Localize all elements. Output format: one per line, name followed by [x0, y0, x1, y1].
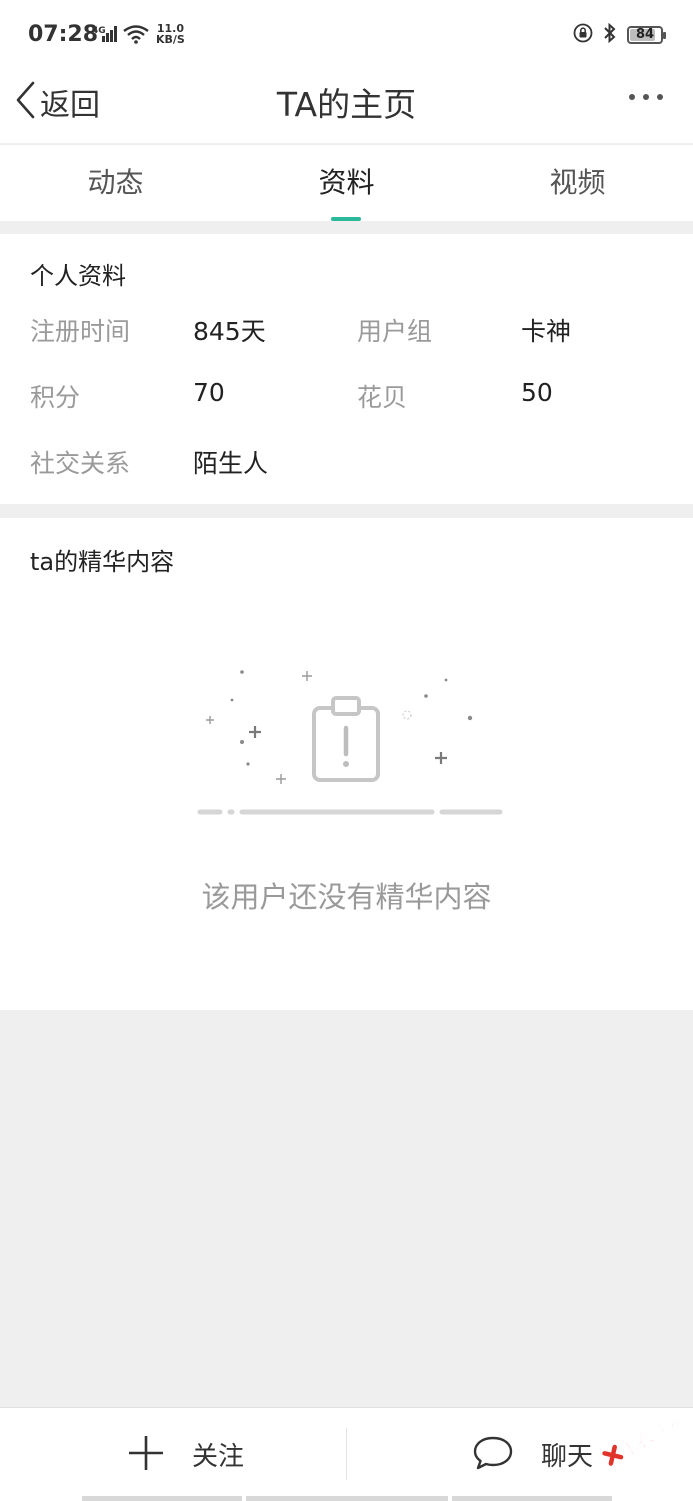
- battery-level: 84: [635, 27, 655, 42]
- chat-button[interactable]: 聊天: [473, 1408, 593, 1501]
- network-type: 4G: [92, 26, 106, 36]
- status-time: 07:28: [28, 22, 99, 47]
- field-label-points: 积分: [30, 383, 81, 412]
- back-button[interactable]: 返回: [14, 80, 100, 124]
- navigation-bar: TA的主页 返回: [0, 70, 693, 143]
- field-value-huabei: 50: [521, 378, 553, 407]
- battery-icon: 84: [627, 26, 666, 44]
- field-value-register-time: 845天: [193, 317, 266, 346]
- status-bar: 07:28 4G 11.0 KB/S 84: [0, 0, 693, 70]
- tab-dynamics[interactable]: 动态: [0, 145, 231, 221]
- empty-clipboard-icon: [180, 660, 520, 824]
- status-right-icons: 84: [573, 22, 666, 47]
- back-label: 返回: [40, 88, 100, 123]
- speed-unit: KB/S: [156, 33, 185, 46]
- bottom-action-bar: 关注 聊天: [0, 1407, 693, 1501]
- bottom-strip: [452, 1496, 612, 1501]
- field-label-register-time: 注册时间: [30, 317, 131, 346]
- profile-card: 个人资料 注册时间 845天 用户组 卡神 积分 70 花贝 50 社交关系 陌…: [0, 234, 693, 504]
- network-speed: 11.0 KB/S: [156, 23, 185, 45]
- bottom-strip: [246, 1496, 448, 1501]
- page-title: TA的主页: [276, 85, 417, 124]
- field-value-user-group: 卡神: [521, 317, 572, 346]
- chat-label: 聊天: [541, 1442, 594, 1472]
- follow-label: 关注: [192, 1442, 245, 1472]
- signal-icon: 4G: [92, 24, 150, 48]
- chat-bubble-icon: [473, 1435, 513, 1475]
- tab-profile[interactable]: 资料: [231, 145, 462, 221]
- svg-text:卡农社区: 卡农社区: [618, 1408, 685, 1462]
- bluetooth-icon: [603, 22, 617, 47]
- field-label-relationship: 社交关系: [30, 449, 131, 478]
- active-tab-indicator: [331, 217, 361, 221]
- featured-card: ta的精华内容 该用户还没有精华内容: [0, 518, 693, 1010]
- tab-videos[interactable]: 视频: [462, 145, 693, 221]
- bottom-strip: [82, 1496, 242, 1501]
- profile-section-title: 个人资料: [30, 262, 126, 290]
- empty-state-text: 该用户还没有精华内容: [201, 880, 492, 914]
- field-value-relationship: 陌生人: [193, 449, 269, 478]
- field-label-user-group: 用户组: [357, 317, 433, 346]
- follow-button[interactable]: 关注: [128, 1408, 244, 1501]
- tab-bar: 动态 资料 视频: [0, 144, 693, 221]
- field-value-points: 70: [193, 378, 225, 407]
- field-label-huabei: 花贝: [357, 383, 408, 412]
- featured-section-title: ta的精华内容: [30, 548, 175, 576]
- plus-icon: [128, 1435, 164, 1475]
- kanong-watermark-logo: 卡农社区: [597, 1400, 687, 1480]
- more-dots-icon[interactable]: [629, 90, 663, 104]
- wifi-icon: [123, 25, 149, 44]
- bottom-divider: [346, 1428, 347, 1480]
- rotation-lock-icon: [573, 23, 593, 47]
- chevron-left-icon: [14, 80, 36, 124]
